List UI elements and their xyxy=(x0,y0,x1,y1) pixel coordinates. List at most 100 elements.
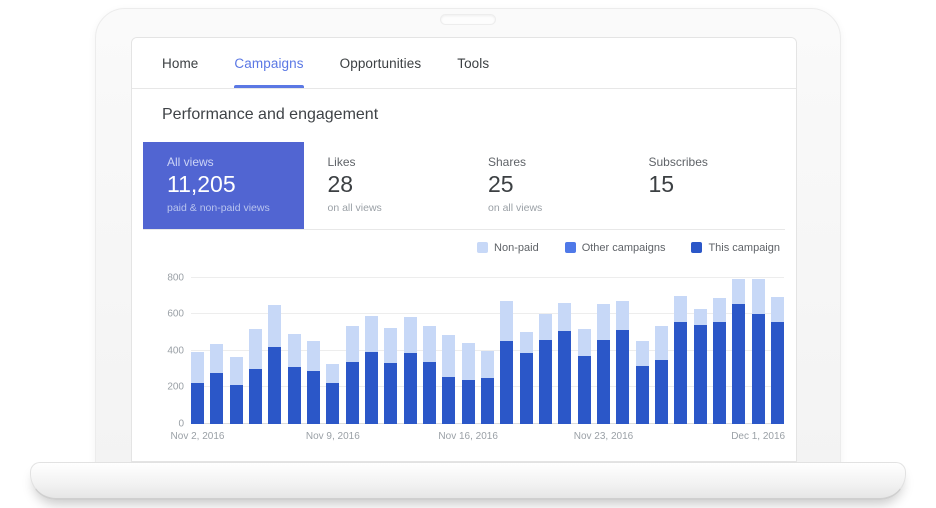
bar-segment-non-paid xyxy=(268,305,281,347)
bar-segment-this-campaign xyxy=(442,377,455,424)
bar-column-2[interactable] xyxy=(210,344,223,423)
bar-segment-this-campaign xyxy=(674,322,687,423)
bar-column-30[interactable] xyxy=(752,279,765,423)
bar-column-4[interactable] xyxy=(249,329,262,424)
stat-sublabel xyxy=(649,202,762,214)
laptop-screen: HomeCampaignsOpportunitiesTools Performa… xyxy=(131,37,797,462)
tab-tools[interactable]: Tools xyxy=(457,38,489,88)
legend-label: Other campaigns xyxy=(582,242,666,254)
bar-segment-non-paid xyxy=(249,329,262,369)
bar-segment-this-campaign xyxy=(636,366,649,423)
stat-sublabel: on all views xyxy=(488,202,601,214)
bar-column-31[interactable] xyxy=(771,297,784,424)
nav-tabs: Home Campaigns Opportunities Tools xyxy=(132,38,796,89)
bar-segment-this-campaign xyxy=(384,363,397,423)
bar-column-6[interactable] xyxy=(288,334,301,423)
bar-segment-non-paid xyxy=(191,352,204,382)
page: HomeCampaignsOpportunitiesTools Performa… xyxy=(0,0,936,508)
bar-column-15[interactable] xyxy=(462,343,475,423)
bar-column-23[interactable] xyxy=(616,301,629,423)
bar-column-3[interactable] xyxy=(230,357,243,424)
bar-segment-this-campaign xyxy=(520,353,533,423)
stat-value: 28 xyxy=(328,171,441,199)
chart-plot-area: 0200400600800 xyxy=(191,278,784,424)
bar-segment-non-paid xyxy=(288,334,301,367)
bar-column-1[interactable] xyxy=(191,352,204,423)
bar-column-13[interactable] xyxy=(423,326,436,424)
bar-segment-this-campaign xyxy=(732,304,745,424)
bar-segment-non-paid xyxy=(404,317,417,354)
x-axis-tick-label: Dec 1, 2016 xyxy=(731,431,785,442)
x-axis-tick-label: Nov 9, 2016 xyxy=(306,431,360,442)
bar-column-5[interactable] xyxy=(268,305,281,424)
chart-legend: Non-paid Other campaigns This campaign xyxy=(132,230,796,264)
bar-segment-non-paid xyxy=(539,314,552,340)
bar-column-12[interactable] xyxy=(404,317,417,424)
stat-sublabel: on all views xyxy=(328,202,441,214)
stat-value: 25 xyxy=(488,171,601,199)
bar-segment-non-paid xyxy=(655,326,668,360)
bar-segment-non-paid xyxy=(442,335,455,377)
bar-segment-non-paid xyxy=(636,341,649,366)
bar-column-27[interactable] xyxy=(694,309,707,424)
bar-column-28[interactable] xyxy=(713,298,726,424)
bar-segment-non-paid xyxy=(326,364,339,382)
bar-segment-non-paid xyxy=(384,328,397,364)
bar-segment-this-campaign xyxy=(558,331,571,423)
bar-column-14[interactable] xyxy=(442,335,455,424)
bar-segment-this-campaign xyxy=(578,356,591,424)
y-axis-tick-label: 800 xyxy=(167,272,184,283)
bar-segment-this-campaign xyxy=(500,341,513,424)
bar-segment-this-campaign xyxy=(326,383,339,424)
bar-column-21[interactable] xyxy=(578,329,591,424)
bar-segment-this-campaign xyxy=(462,380,475,424)
stat-card-likes[interactable]: Likes28on all views xyxy=(304,142,465,229)
tab-home[interactable]: Home xyxy=(162,38,198,88)
legend-swatch-icon xyxy=(691,242,702,253)
bar-column-10[interactable] xyxy=(365,316,378,424)
bar-segment-non-paid xyxy=(558,303,571,331)
x-axis-tick-label: Nov 2, 2016 xyxy=(171,431,225,442)
bar-segment-non-paid xyxy=(307,341,320,370)
legend-item-non-paid[interactable]: Non-paid xyxy=(477,242,539,254)
bar-segment-this-campaign xyxy=(539,340,552,424)
x-axis: Nov 2, 2016Nov 9, 2016Nov 16, 2016Nov 23… xyxy=(191,429,784,447)
bar-column-7[interactable] xyxy=(307,341,320,423)
stat-sublabel: paid & non-paid views xyxy=(167,202,280,214)
stat-value: 15 xyxy=(649,171,762,199)
tab-campaigns[interactable]: Campaigns xyxy=(234,38,303,88)
bar-segment-non-paid xyxy=(752,279,765,314)
bar-column-22[interactable] xyxy=(597,304,610,424)
legend-item-this-campaign[interactable]: This campaign xyxy=(691,242,780,254)
bar-segment-this-campaign xyxy=(597,340,610,424)
bar-column-18[interactable] xyxy=(520,332,533,423)
y-axis-tick-label: 0 xyxy=(178,418,184,429)
bar-column-17[interactable] xyxy=(500,301,513,423)
bar-segment-non-paid xyxy=(520,332,533,353)
bar-segment-this-campaign xyxy=(365,352,378,423)
bar-column-26[interactable] xyxy=(674,296,687,424)
bar-column-11[interactable] xyxy=(384,328,397,424)
bar-segment-non-paid xyxy=(597,304,610,340)
stat-card-shares[interactable]: Shares 25 on all views xyxy=(464,142,625,229)
bar-column-19[interactable] xyxy=(539,314,552,423)
stat-label: Shares xyxy=(488,155,601,169)
bar-series-container xyxy=(191,278,784,424)
bar-segment-non-paid xyxy=(500,301,513,340)
stat-card-subscribes[interactable]: Subscribes15 xyxy=(625,142,786,229)
bar-segment-this-campaign xyxy=(210,373,223,424)
bar-column-8[interactable] xyxy=(326,364,339,423)
y-axis-tick-label: 400 xyxy=(167,345,184,356)
stat-card-all-views[interactable]: All views11,205paid & non-paid views xyxy=(143,142,304,229)
tab-opportunities[interactable]: Opportunities xyxy=(340,38,422,88)
bar-column-9[interactable] xyxy=(346,326,359,424)
bar-column-20[interactable] xyxy=(558,303,571,423)
legend-item-other-campaigns[interactable]: Other campaigns xyxy=(565,242,666,254)
bar-segment-non-paid xyxy=(694,309,707,325)
bar-segment-this-campaign xyxy=(655,360,668,424)
bar-column-24[interactable] xyxy=(636,341,649,423)
bar-column-25[interactable] xyxy=(655,326,668,424)
bar-segment-non-paid xyxy=(713,298,726,323)
bar-column-29[interactable] xyxy=(732,279,745,424)
bar-column-16[interactable] xyxy=(481,351,494,424)
